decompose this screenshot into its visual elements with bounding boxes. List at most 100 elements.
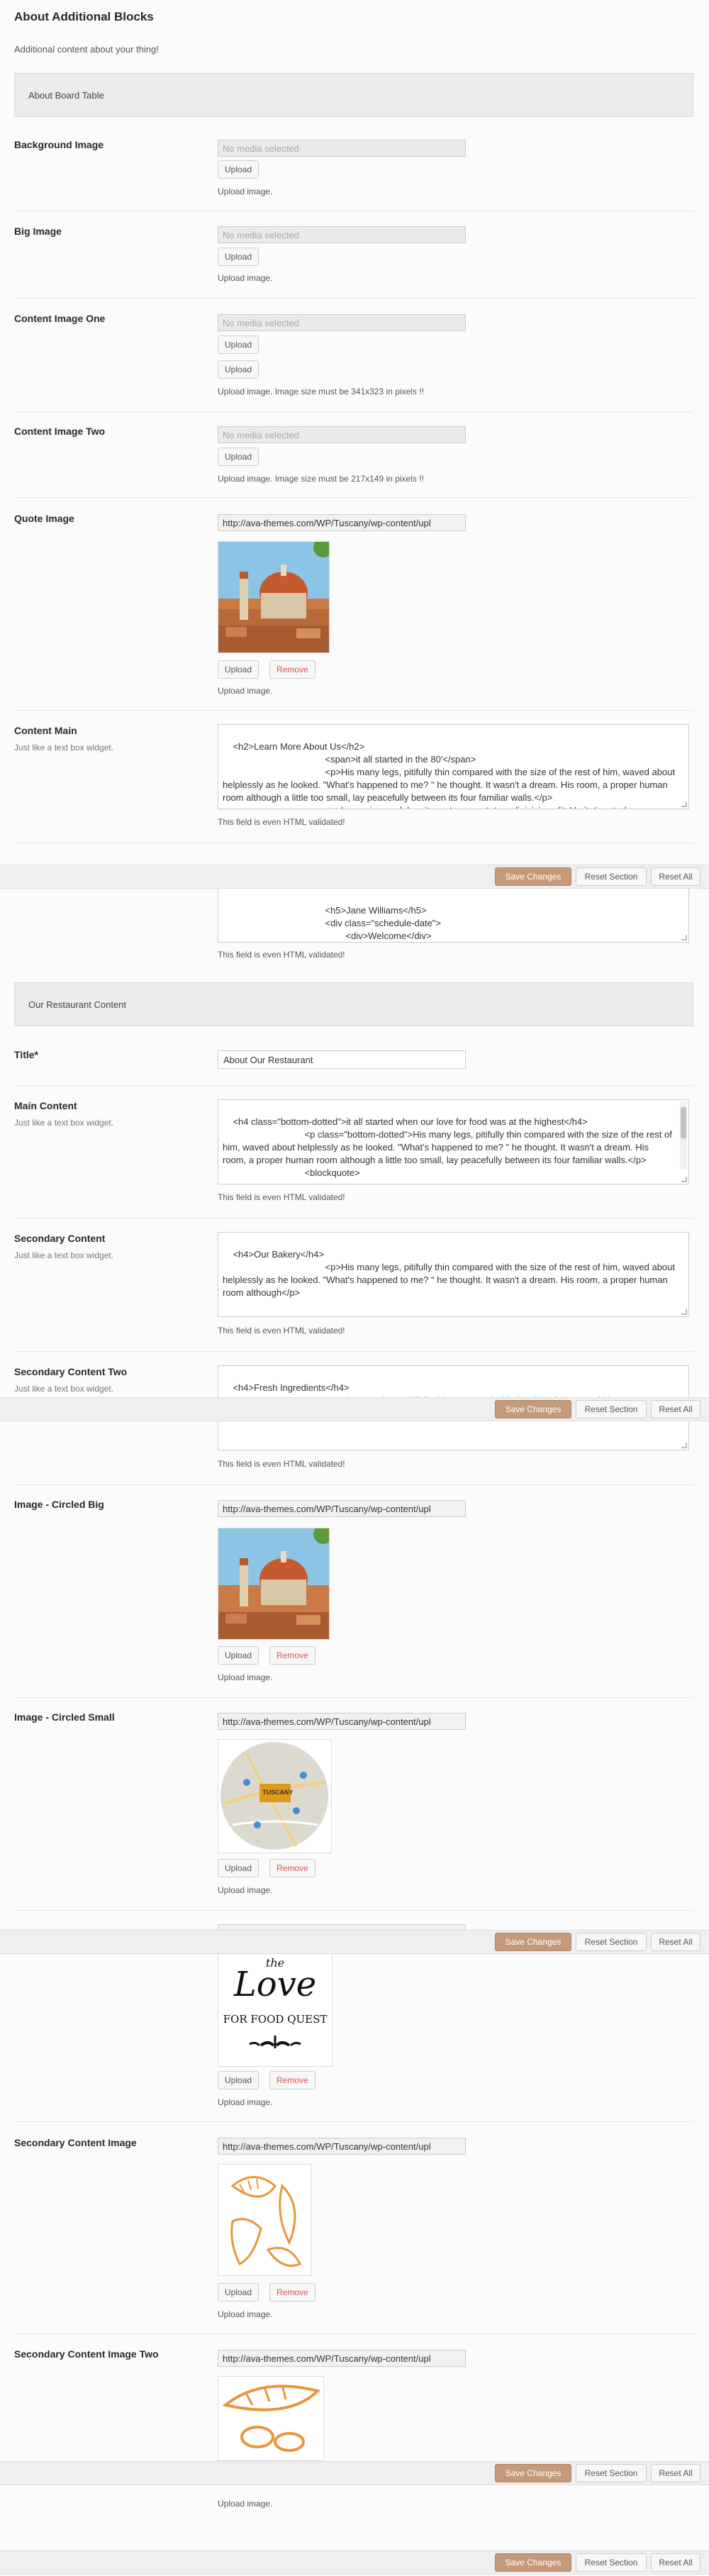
save-bar: Save Changes Reset Section Reset All (0, 2550, 709, 2575)
divider (14, 1910, 693, 1911)
field-label-secondary-content-image-two: Secondary Content Image Two (14, 2348, 159, 2360)
image-circled-big-url-input[interactable]: http://ava-themes.com/WP/Tuscany/wp-cont… (218, 1500, 466, 1517)
secondary-content-two-hint: This field is even HTML validated! (218, 1459, 345, 1469)
field-sublabel-content-main: Just like a text box widget. (14, 743, 114, 753)
section-title: About Board Table (28, 90, 104, 101)
save-changes-button[interactable]: Save Changes (495, 1933, 571, 1951)
reset-section-button[interactable]: Reset Section (576, 867, 647, 886)
field-label-title: Title* (14, 1049, 38, 1060)
reset-all-button[interactable]: Reset All (651, 2553, 700, 2572)
secondary-content-hint: This field is even HTML validated! (218, 1326, 345, 1336)
image-circled-small-upload-button[interactable]: Upload (218, 1859, 259, 1877)
field-sublabel-secondary-content-two: Just like a text box widget. (14, 1384, 114, 1394)
reset-all-button[interactable]: Reset All (651, 1933, 700, 1951)
divider (14, 710, 693, 711)
pastry-sketch-image (218, 2165, 311, 2275)
background-image-upload-button[interactable]: Upload (218, 160, 259, 179)
content-image-one-upload-button-2[interactable]: Upload (218, 360, 259, 379)
textarea-scrollbar[interactable] (680, 1101, 687, 1170)
love-line-2: Love (233, 1965, 317, 2004)
main-content-text: <h4 class="bottom-dotted">it all started… (223, 1116, 672, 1178)
content-image-one-hint: Upload image. Image size must be 341x323… (218, 387, 424, 396)
secondary-content-image-upload-button[interactable]: Upload (218, 2283, 259, 2302)
quote-image-thumbnail (218, 541, 330, 653)
section-title: Our Restaurant Content (28, 999, 127, 1010)
reset-section-button[interactable]: Reset Section (576, 1933, 647, 1951)
secondary-content-image-two-hint: Upload image. (218, 2499, 273, 2509)
resize-handle[interactable] (681, 1309, 687, 1315)
secondary-content-image-two-url-input[interactable]: http://ava-themes.com/WP/Tuscany/wp-cont… (218, 2350, 466, 2367)
love-image-remove-button[interactable]: Remove (269, 2071, 316, 2089)
secondary-content-image-thumbnail (218, 2164, 311, 2276)
field-label-quote-image: Quote Image (14, 513, 74, 524)
title-input[interactable]: About Our Restaurant (218, 1050, 466, 1069)
main-content-textarea[interactable]: <h4 class="bottom-dotted">it all started… (218, 1099, 689, 1184)
love-image-upload-button[interactable]: Upload (218, 2071, 259, 2089)
content-image-one-url-input[interactable]: No media selected (218, 314, 466, 331)
content-image-one-upload-button[interactable]: Upload (218, 335, 259, 354)
image-circled-big-hint: Upload image. (218, 1672, 273, 1682)
image-circled-big-thumbnail (218, 1528, 330, 1640)
save-changes-button[interactable]: Save Changes (495, 2553, 571, 2572)
reset-all-button[interactable]: Reset All (651, 867, 700, 886)
image-circled-small-url-input[interactable]: http://ava-themes.com/WP/Tuscany/wp-cont… (218, 1713, 466, 1730)
resize-handle[interactable] (681, 1177, 687, 1182)
resize-handle[interactable] (681, 1443, 687, 1448)
divider (14, 1085, 693, 1086)
big-image-hint: Upload image. (218, 273, 273, 283)
content-image-two-url-input[interactable]: No media selected (218, 426, 466, 443)
content-image-two-upload-button[interactable]: Upload (218, 448, 259, 466)
reset-all-button[interactable]: Reset All (651, 1400, 700, 1419)
field-label-background-image: Background Image (14, 139, 104, 150)
secondary-content-image-remove-button[interactable]: Remove (269, 2283, 316, 2302)
field-label-content-main: Content Main (14, 725, 77, 736)
field-label-content-image-one: Content Image One (14, 313, 106, 324)
reset-all-button[interactable]: Reset All (651, 2464, 700, 2482)
reset-section-button[interactable]: Reset Section (576, 1400, 647, 1419)
save-bar: Save Changes Reset Section Reset All (0, 865, 709, 889)
main-content-hint: This field is even HTML validated! (218, 1192, 345, 1202)
field-label-image-circled-big: Image - Circled Big (14, 1499, 104, 1510)
save-changes-button[interactable]: Save Changes (495, 1400, 571, 1419)
secondary-content-textarea[interactable]: <h4>Our Bakery</h4> <p>His many legs, pi… (218, 1232, 689, 1317)
florence-cathedral-image (218, 1528, 329, 1639)
divider (14, 1697, 693, 1698)
scrollbar-thumb[interactable] (681, 1107, 686, 1138)
quote-image-remove-button[interactable]: Remove (269, 660, 316, 679)
big-image-url-input[interactable]: No media selected (218, 226, 466, 243)
content-second-textarea[interactable]: <h5>Jane Williams</h5> <div class="sched… (218, 889, 689, 943)
content-second-text: <h5>Jane Williams</h5> <div class="sched… (325, 905, 442, 941)
content-main-textarea[interactable]: <h2>Learn More About Us</h2> <span>it al… (218, 724, 689, 809)
field-sublabel-secondary-content: Just like a text box widget. (14, 1250, 114, 1260)
image-circled-big-remove-button[interactable]: Remove (269, 1646, 316, 1665)
resize-handle[interactable] (681, 801, 687, 807)
divider (14, 497, 693, 498)
big-image-upload-button[interactable]: Upload (218, 248, 259, 266)
secondary-content-image-hint: Upload image. (218, 2309, 273, 2319)
background-image-hint: Upload image. (218, 187, 273, 196)
quote-image-hint: Upload image. (218, 686, 273, 696)
quote-image-upload-button[interactable]: Upload (218, 660, 259, 679)
secondary-content-image-two-thumbnail (218, 2376, 324, 2461)
divider (14, 1484, 693, 1485)
content-second-hint: This field is even HTML validated! (218, 950, 345, 960)
resize-handle[interactable] (681, 935, 687, 940)
background-image-url-input[interactable]: No media selected (218, 140, 466, 157)
secondary-content-image-url-input[interactable]: http://ava-themes.com/WP/Tuscany/wp-cont… (218, 2138, 466, 2155)
image-circled-small-remove-button[interactable]: Remove (269, 1859, 316, 1877)
map-image (218, 1740, 331, 1853)
save-changes-button[interactable]: Save Changes (495, 2464, 571, 2482)
divider (14, 2333, 693, 2334)
field-label-secondary-content-two: Secondary Content Two (14, 1366, 128, 1377)
divider (14, 298, 693, 299)
field-label-image-circled-small: Image - Circled Small (14, 1711, 115, 1723)
image-circled-big-upload-button[interactable]: Upload (218, 1646, 259, 1665)
field-label-secondary-content: Secondary Content (14, 1233, 106, 1244)
love-image-thumbnail: the Love FOR FOOD QUEST (218, 1955, 333, 2067)
field-label-content-image-two: Content Image Two (14, 426, 106, 437)
quote-image-url-input[interactable]: http://ava-themes.com/WP/Tuscany/wp-cont… (218, 514, 466, 531)
save-changes-button[interactable]: Save Changes (495, 867, 571, 886)
content-main-hint: This field is even HTML validated! (218, 817, 345, 827)
reset-section-button[interactable]: Reset Section (576, 2553, 647, 2572)
reset-section-button[interactable]: Reset Section (576, 2464, 647, 2482)
